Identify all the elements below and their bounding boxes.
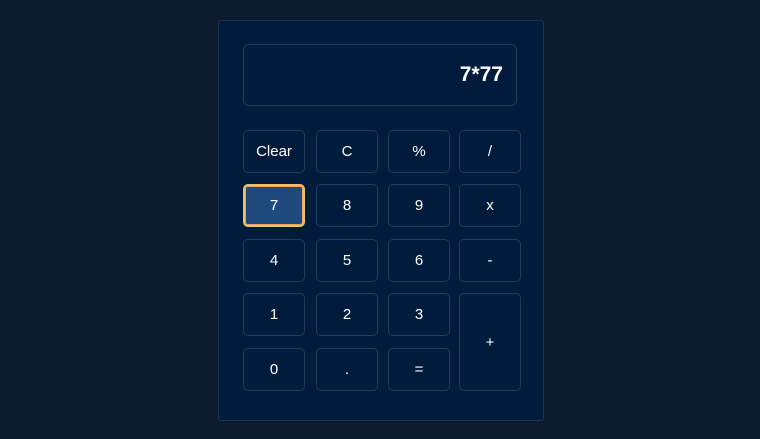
clear-entry-button[interactable]: C <box>316 130 378 173</box>
calculator-display: 7*77 <box>243 44 517 106</box>
equals-button[interactable]: = <box>388 348 450 391</box>
divide-button[interactable]: / <box>459 130 521 173</box>
digit-3-button[interactable]: 3 <box>388 293 450 336</box>
clear-button[interactable]: Clear <box>243 130 305 173</box>
digit-4-button[interactable]: 4 <box>243 239 305 282</box>
digit-5-button[interactable]: 5 <box>316 239 378 282</box>
decimal-point-button[interactable]: . <box>316 348 378 391</box>
digit-8-button[interactable]: 8 <box>316 184 378 227</box>
digit-1-button[interactable]: 1 <box>243 293 305 336</box>
digit-0-button[interactable]: 0 <box>243 348 305 391</box>
digit-6-button[interactable]: 6 <box>388 239 450 282</box>
subtract-button[interactable]: - <box>459 239 521 282</box>
add-button[interactable]: + <box>459 293 521 391</box>
multiply-button[interactable]: x <box>459 184 521 227</box>
digit-9-button[interactable]: 9 <box>388 184 450 227</box>
percent-button[interactable]: % <box>388 130 450 173</box>
digit-2-button[interactable]: 2 <box>316 293 378 336</box>
calculator-panel: 7*77 Clear C % / 7 8 9 x 4 5 6 - 1 2 3 +… <box>218 20 544 421</box>
digit-7-button[interactable]: 7 <box>243 184 305 227</box>
